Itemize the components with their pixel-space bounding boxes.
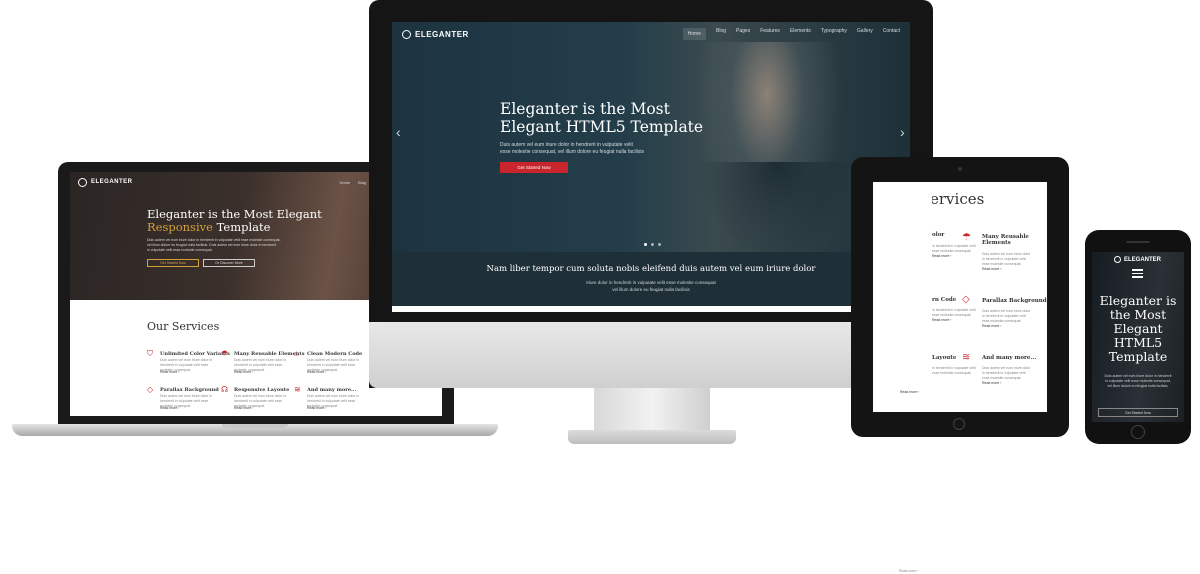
laptop-menu-blog[interactable]: Blog bbox=[358, 180, 366, 185]
shield-icon: ⛉ bbox=[147, 349, 153, 358]
monitor-hero-text: Duis autem vel eum iriure dolor in hendr… bbox=[500, 142, 644, 155]
tablet-camera bbox=[958, 167, 962, 171]
laptop-logo[interactable]: ELEGANTER bbox=[78, 177, 133, 187]
hex-logo-icon bbox=[402, 29, 411, 39]
phone-hero-text: Duis autem vel eum iriure dolor in hendr… bbox=[1104, 374, 1172, 388]
hex-logo-icon bbox=[78, 177, 87, 187]
laptop-notch bbox=[222, 424, 288, 428]
laptop-read-more-5[interactable]: Read more › bbox=[234, 406, 253, 410]
slider-arrow-right[interactable]: › bbox=[900, 124, 905, 140]
slider-dot-1[interactable] bbox=[644, 243, 647, 246]
slider-dots bbox=[644, 243, 661, 246]
monitor-stand bbox=[594, 388, 710, 432]
laptop-hero-title: Eleganter is the Most Elegant Responsive… bbox=[147, 207, 322, 234]
tablet-home-button[interactable] bbox=[953, 418, 965, 430]
menu-gallery[interactable]: Gallery bbox=[857, 28, 873, 40]
tablet-services-title: ervices bbox=[932, 190, 985, 208]
monitor-hero-suit bbox=[702, 162, 852, 252]
monitor-menu: Home Blog Pages Features Elements Typogr… bbox=[682, 28, 900, 40]
laptop-menu-home[interactable]: Home bbox=[339, 180, 350, 185]
monitor-foot bbox=[568, 430, 736, 444]
umbrella-icon: ☂ bbox=[962, 232, 971, 243]
menu-elements[interactable]: Elements bbox=[790, 28, 811, 40]
umbrella-icon: ☂ bbox=[221, 349, 229, 358]
get-started-button[interactable]: Get Started Now bbox=[500, 162, 568, 173]
menu-typography[interactable]: Typography bbox=[821, 28, 847, 40]
monitor-chin bbox=[369, 322, 933, 388]
layers-icon: ≋ bbox=[962, 352, 971, 363]
menu-pages[interactable]: Pages bbox=[736, 28, 750, 40]
tablet-read-more-left[interactable]: Read more › bbox=[900, 390, 919, 394]
phone-hero-title: Eleganter is the Most Elegant HTML5 Temp… bbox=[1099, 293, 1177, 364]
laptop-hero-text: Duis autem vel eum iriure dolor in hendr… bbox=[147, 238, 281, 252]
menu-blog[interactable]: Blog bbox=[716, 28, 726, 40]
slider-dot-2[interactable] bbox=[651, 243, 654, 246]
laptop-read-more-3[interactable]: Read more › bbox=[307, 370, 326, 374]
band-text-1: Iriure dolor in hendrerit in vulputate v… bbox=[586, 280, 716, 285]
tablet-read-more-2[interactable]: Read more › bbox=[982, 267, 1030, 272]
slider-dot-3[interactable] bbox=[658, 243, 661, 246]
laptop-read-more-1[interactable]: Read more › bbox=[160, 370, 179, 374]
laptop-hero-accent: Responsive bbox=[147, 220, 213, 234]
monitor-hero-title: Eleganter is the Most Elegant HTML5 Temp… bbox=[500, 100, 704, 136]
tablet-screen: ervices olor in hendrerit in vulputate v… bbox=[932, 182, 1047, 412]
phone-speaker bbox=[1126, 241, 1150, 243]
layers-icon: ≋ bbox=[294, 385, 301, 394]
diamond-icon: ◇ bbox=[147, 385, 154, 394]
tablet-extra-left: Read more › bbox=[873, 182, 932, 573]
tablet-read-more-4[interactable]: Read more › bbox=[982, 324, 1030, 329]
headphones-icon: ☊ bbox=[221, 385, 229, 394]
laptop-discover-button[interactable]: Or Discover More bbox=[203, 259, 255, 267]
monitor-info-band: Nam liber tempor cum soluta nobis eleife… bbox=[392, 252, 910, 306]
tablet-left-readmore-1[interactable]: Read more › bbox=[899, 569, 918, 574]
home-icon: ⌂ bbox=[294, 349, 299, 358]
phone-get-started-button[interactable]: Get Started Now bbox=[1098, 408, 1178, 417]
laptop-read-more-6[interactable]: Read more › bbox=[307, 406, 326, 410]
laptop-read-more-4[interactable]: Read more › bbox=[160, 406, 179, 410]
laptop-services-title: Our Services bbox=[147, 320, 220, 333]
hex-logo-icon bbox=[1114, 256, 1121, 263]
menu-home[interactable]: Home bbox=[682, 28, 706, 40]
slider-arrow-left[interactable]: ‹ bbox=[396, 124, 401, 140]
hamburger-menu-icon[interactable] bbox=[1132, 269, 1143, 278]
monitor-logo[interactable]: ELEGANTER bbox=[402, 29, 469, 39]
phone-logo[interactable]: ELEGANTER bbox=[1114, 256, 1161, 263]
menu-features[interactable]: Features bbox=[760, 28, 780, 40]
laptop-get-started-button[interactable]: Get Started Now bbox=[147, 259, 199, 267]
band-title: Nam liber tempor cum soluta nobis eleife… bbox=[486, 264, 816, 274]
laptop-read-more-2[interactable]: Read more › bbox=[234, 370, 253, 374]
phone-home-button[interactable] bbox=[1131, 425, 1145, 439]
phone-screen: ELEGANTER Eleganter is the Most Elegant … bbox=[1092, 252, 1184, 422]
menu-contact[interactable]: Contact bbox=[883, 28, 900, 40]
diamond-icon: ◇ bbox=[962, 294, 970, 305]
tablet-read-more-1[interactable]: Read more › bbox=[932, 254, 976, 259]
monitor-screen: ELEGANTER Home Blog Pages Features Eleme… bbox=[392, 22, 910, 312]
tablet-read-more-5[interactable]: Read more › bbox=[982, 381, 1030, 386]
tablet-read-more-3[interactable]: Read more › bbox=[932, 318, 976, 323]
monitor-nav: ELEGANTER Home Blog Pages Features Eleme… bbox=[392, 22, 910, 46]
band-text-2: vel illum dolore eu feugiat nulla facili… bbox=[612, 287, 690, 292]
